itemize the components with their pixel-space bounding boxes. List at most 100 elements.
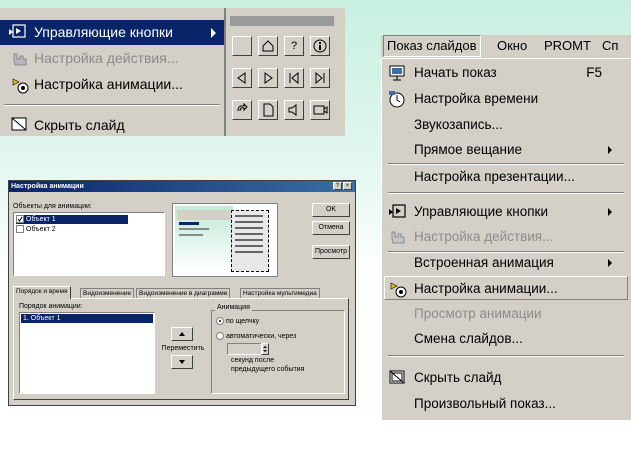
- menu-item-start-show[interactable]: Начать показ F5: [384, 61, 628, 85]
- list-item[interactable]: Объект 2: [16, 225, 56, 234]
- submenu-screenshot: Управляющие кнопки Настройка действия...…: [0, 8, 345, 136]
- move-down-button[interactable]: [171, 355, 193, 369]
- menu-item-preset-animation[interactable]: Встроенная анимация: [384, 251, 628, 275]
- menu-item-action-settings[interactable]: Настройка действия...: [384, 225, 628, 249]
- menu-item-custom-show[interactable]: Произвольный показ...: [384, 392, 628, 416]
- help-icon: ?: [290, 40, 298, 52]
- animation-group-label: Анимация: [215, 304, 252, 311]
- menu-service[interactable]: Сп: [602, 35, 618, 57]
- menu-window[interactable]: Окно: [497, 35, 527, 57]
- menu-item-slide-transition[interactable]: Смена слайдов...: [384, 327, 628, 351]
- menu-slide-show[interactable]: Показ слайдов: [383, 35, 481, 57]
- menu-item-animation-settings[interactable]: Настройка анимации...: [0, 72, 224, 97]
- menu-item-online-broadcast[interactable]: Прямое вещание: [384, 138, 628, 162]
- preview-button[interactable]: Просмотр: [312, 245, 350, 259]
- preview-slide-image: [175, 206, 233, 272]
- menu-item-action-settings[interactable]: Настройка действия...: [0, 46, 224, 71]
- return-button[interactable]: [232, 100, 252, 120]
- sound-button[interactable]: [284, 100, 304, 120]
- menu-item-label: Настройка анимации...: [34, 76, 183, 92]
- submenu-arrow-icon: [608, 146, 612, 154]
- hide-slide-icon: [388, 369, 408, 387]
- action-buttons-palette: ?: [224, 8, 340, 136]
- preview-selected-object: [231, 210, 269, 272]
- ok-button[interactable]: OK: [312, 203, 350, 217]
- tab-order-timing[interactable]: Порядок и время: [13, 286, 71, 299]
- forward-button[interactable]: [258, 68, 278, 88]
- objects-list[interactable]: Объект 1 Объект 2: [13, 212, 165, 276]
- menu-separator: [4, 104, 220, 106]
- close-title-button[interactable]: ×: [343, 182, 352, 190]
- help-button[interactable]: ?: [284, 36, 304, 56]
- menu-item-label: Смена слайдов...: [414, 331, 523, 346]
- radio-icon: [216, 317, 224, 325]
- end-button[interactable]: [310, 68, 330, 88]
- movie-button[interactable]: [310, 100, 330, 120]
- back-icon: [237, 72, 246, 84]
- slide-preview: [172, 203, 278, 277]
- home-button[interactable]: [258, 36, 278, 56]
- on-click-radio[interactable]: по щелчку: [216, 317, 259, 325]
- menu-item-label: Настройка презентации...: [414, 169, 575, 184]
- menu-item-hide-slide[interactable]: Скрыть слайд: [0, 113, 224, 136]
- help-title-button[interactable]: ?: [333, 182, 342, 190]
- seconds-spinner[interactable]: [261, 343, 269, 355]
- menu-item-label: Встроенная анимация: [414, 255, 554, 270]
- animation-settings-dialog: Настройка анимации ? × Объекты для анима…: [8, 180, 356, 406]
- menu-promt[interactable]: PROMT: [544, 35, 591, 57]
- seconds-after-label: секунд после: [231, 357, 275, 364]
- blank-button[interactable]: [232, 36, 252, 56]
- animation-icon: [388, 279, 408, 299]
- menu-item-animation-preview[interactable]: Просмотр анимации: [384, 302, 628, 326]
- slide-show-menu-screenshot: Показ слайдов Окно PROMT Сп Начать показ…: [381, 35, 631, 420]
- submenu-arrow-icon: [608, 208, 612, 216]
- sound-icon: [288, 104, 297, 116]
- object-checkbox[interactable]: [16, 215, 24, 224]
- menu-item-custom-animation[interactable]: Настройка анимации...: [384, 276, 628, 300]
- menu-item-record-narration[interactable]: Звукозапись...: [384, 113, 628, 137]
- menu-item-label: Настройка действия...: [34, 50, 179, 66]
- seconds-input[interactable]: [227, 343, 263, 355]
- back-button[interactable]: [232, 68, 252, 88]
- menu-item-label: Начать показ: [414, 65, 497, 80]
- move-up-button[interactable]: [171, 327, 193, 341]
- order-list[interactable]: 1. Объект 1: [19, 312, 155, 394]
- auto-radio[interactable]: автоматически, через: [216, 332, 296, 340]
- hand-action-icon: [388, 228, 408, 246]
- info-button[interactable]: [310, 36, 330, 56]
- home-icon: [262, 40, 274, 52]
- menu-item-label: Просмотр анимации: [414, 306, 542, 321]
- end-icon: [315, 71, 325, 85]
- radio-icon: [216, 332, 224, 340]
- menu-item-label: Произвольный показ...: [414, 396, 556, 411]
- object-checkbox[interactable]: [16, 225, 24, 234]
- menu-item-label: Прямое вещание: [414, 142, 523, 157]
- menu-separator: [388, 355, 624, 357]
- menu-item-setup-show[interactable]: Настройка презентации...: [384, 165, 628, 189]
- menu-item-action-buttons[interactable]: Управляющие кнопки: [384, 200, 628, 224]
- dropdown-menu: Начать показ F5 Настройка времени Звукоз…: [381, 58, 631, 420]
- start-show-icon: [388, 64, 408, 82]
- menu-separator: [388, 192, 624, 194]
- action-buttons-icon: [8, 23, 28, 41]
- dialog-title: Настройка анимации: [9, 181, 355, 192]
- document-button[interactable]: [258, 100, 278, 120]
- menubar: Показ слайдов Окно PROMT Сп: [381, 35, 631, 57]
- arrow-down-icon: [179, 360, 185, 364]
- menu-item-rehearse-timing[interactable]: Настройка времени: [384, 87, 628, 111]
- menu-item-hide-slide[interactable]: Скрыть слайд: [384, 366, 628, 390]
- cancel-button[interactable]: Отмена: [312, 221, 350, 235]
- action-buttons-icon: [388, 203, 408, 221]
- menu-item-label: Скрыть слайд: [34, 117, 125, 133]
- beginning-button[interactable]: [284, 68, 304, 88]
- return-icon: [237, 102, 248, 112]
- arrow-up-icon: [179, 332, 185, 336]
- list-item[interactable]: Объект 1: [16, 215, 128, 224]
- menu-item-label: Звукозапись...: [414, 117, 503, 132]
- menu-item-action-buttons[interactable]: Управляющие кнопки: [0, 20, 224, 45]
- list-item[interactable]: 1. Объект 1: [21, 314, 153, 323]
- submenu-arrow-icon: [211, 28, 216, 38]
- menu-item-label: Скрыть слайд: [414, 370, 502, 385]
- menu-item-label: Настройка анимации...: [414, 281, 558, 296]
- animation-icon: [10, 75, 30, 95]
